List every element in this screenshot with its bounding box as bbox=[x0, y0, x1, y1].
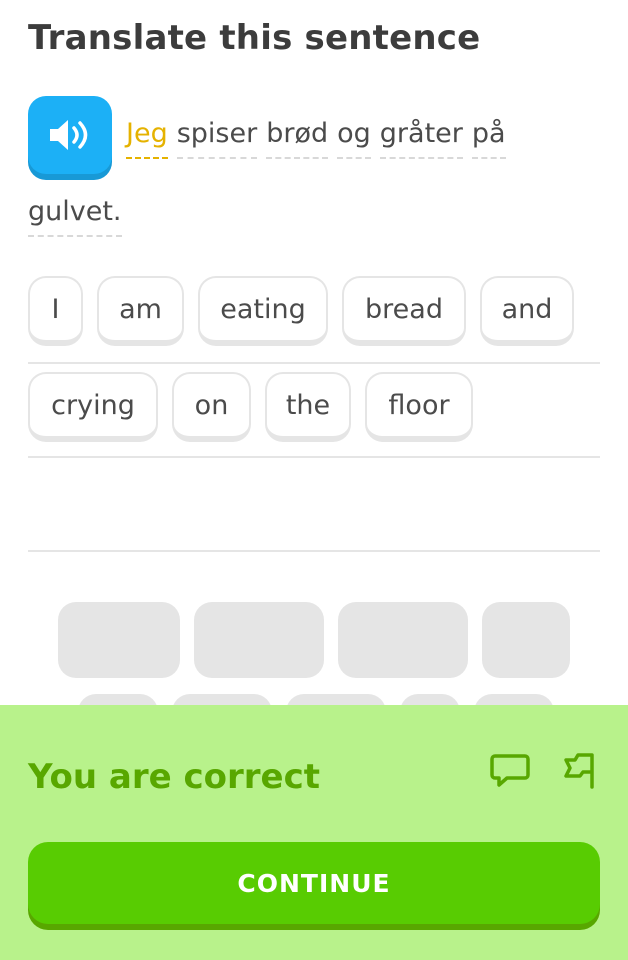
feedback-status: You are correct bbox=[28, 757, 321, 797]
word-bank-slot bbox=[338, 602, 468, 678]
word-bank-slot bbox=[482, 602, 570, 678]
answer-line bbox=[28, 456, 600, 458]
answer-word-chip[interactable]: floor bbox=[365, 372, 473, 442]
page-title: Translate this sentence bbox=[28, 18, 481, 58]
answer-line bbox=[28, 362, 600, 364]
prompt-word[interactable]: gråter bbox=[379, 118, 463, 159]
comment-icon[interactable] bbox=[488, 749, 532, 793]
prompt-line-2: gulvet. bbox=[28, 196, 131, 237]
prompt-word[interactable]: Jeg bbox=[126, 118, 168, 159]
prompt-word[interactable]: spiser bbox=[176, 118, 258, 159]
flag-icon[interactable] bbox=[558, 749, 602, 793]
answer-word-chip[interactable]: bread bbox=[342, 276, 466, 346]
prompt-line-1: Jeg spiser brød og gråter på bbox=[126, 118, 515, 159]
answer-word-chip[interactable]: am bbox=[97, 276, 184, 346]
answer-line bbox=[28, 550, 600, 552]
answer-word-chip[interactable]: on bbox=[172, 372, 251, 442]
prompt-word[interactable]: på bbox=[471, 118, 506, 159]
word-bank-slot bbox=[58, 602, 180, 678]
prompt-word[interactable]: og bbox=[337, 118, 371, 159]
word-bank-slot bbox=[194, 602, 324, 678]
prompt-word[interactable]: brød bbox=[266, 118, 329, 159]
prompt-word[interactable]: gulvet. bbox=[28, 196, 122, 237]
answer-row-2: crying on the floor bbox=[28, 372, 473, 442]
answer-word-chip[interactable]: eating bbox=[198, 276, 328, 346]
continue-button[interactable]: CONTINUE bbox=[28, 842, 600, 924]
answer-word-chip[interactable]: I bbox=[28, 276, 83, 346]
speaker-icon bbox=[46, 117, 94, 153]
play-audio-button[interactable] bbox=[28, 96, 112, 174]
answer-word-chip[interactable]: and bbox=[480, 276, 574, 346]
feedback-panel: You are correct CONTINUE bbox=[0, 705, 628, 960]
answer-word-chip[interactable]: the bbox=[265, 372, 351, 442]
word-bank-row bbox=[58, 602, 570, 678]
answer-word-chip[interactable]: crying bbox=[28, 372, 158, 442]
answer-row-1: I am eating bread and bbox=[28, 276, 574, 346]
